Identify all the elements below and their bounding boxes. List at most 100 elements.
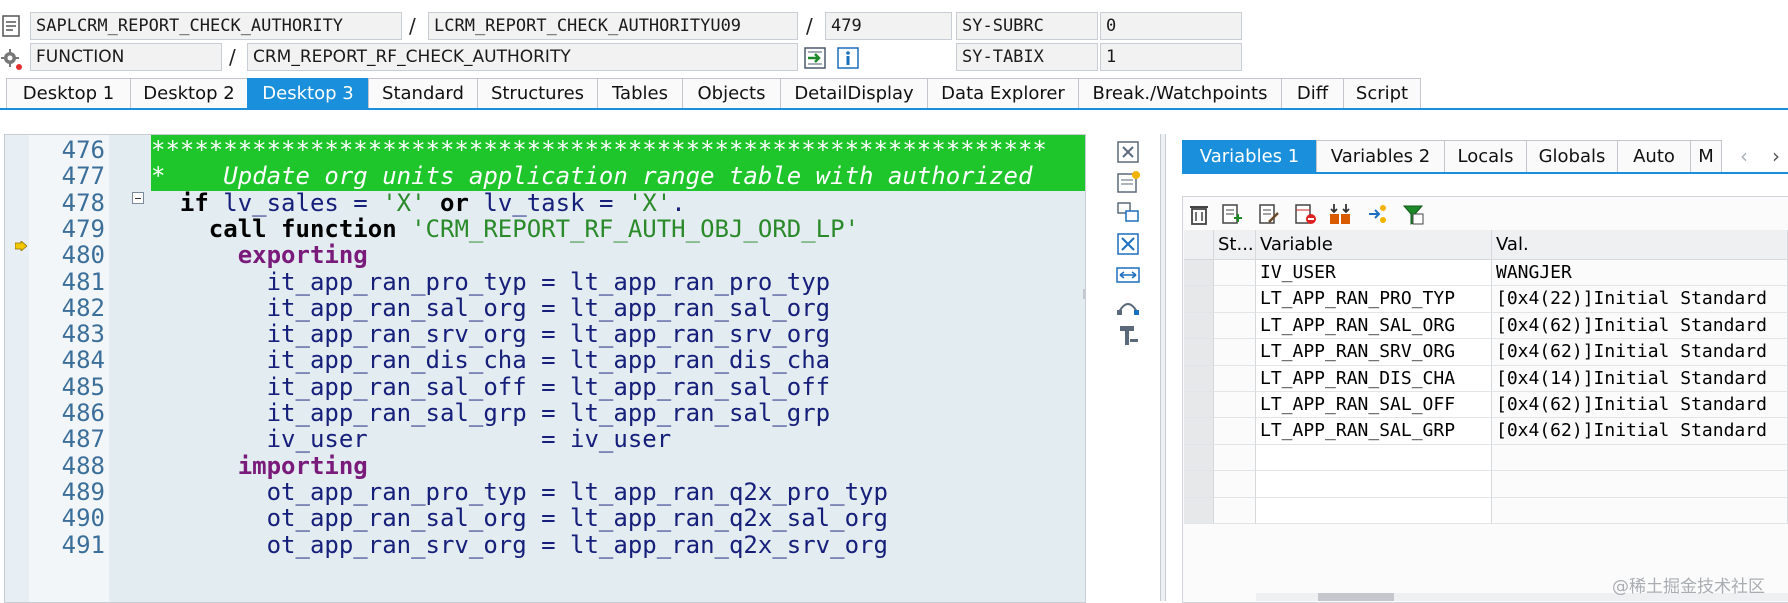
variable-column-header[interactable]: Variable (1256, 230, 1492, 260)
tab-objects[interactable]: Objects (682, 78, 781, 109)
value-cell[interactable]: [0x4(62)]Initial Standard (1492, 339, 1788, 366)
code-text: ot_app_ran_srv_org = lt_app_ran_q2x_srv_… (151, 530, 888, 560)
tab-break-watchpoints[interactable]: Break./Watchpoints (1078, 78, 1282, 109)
tools-icon[interactable] (1114, 324, 1142, 348)
tab-globals[interactable]: Globals (1526, 140, 1618, 173)
tab-variables-1[interactable]: Variables 1 (1182, 140, 1317, 173)
value-cell[interactable]: [0x4(22)]Initial Standard (1492, 286, 1788, 313)
row-selector[interactable] (1184, 497, 1214, 524)
variable-cell[interactable]: LT_APP_RAN_SAL_ORG (1256, 312, 1492, 340)
status-column-header[interactable]: St... (1214, 230, 1256, 260)
status-cell[interactable] (1214, 286, 1256, 313)
tab-auto[interactable]: Auto (1617, 140, 1691, 173)
sy-tabix-value: 1 (1100, 43, 1242, 71)
row-selector[interactable] (1184, 312, 1214, 340)
statement-text: it_app_ran_sal_off = lt_app_ran_sal_off (151, 372, 831, 401)
variable-cell[interactable]: LT_APP_RAN_DIS_CHA (1256, 365, 1492, 392)
new-view-icon[interactable] (1114, 170, 1142, 194)
variable-cell[interactable] (1256, 497, 1492, 524)
value-cell[interactable]: [0x4(14)]Initial Standard (1492, 365, 1788, 392)
maximize-view-icon[interactable] (1114, 232, 1142, 256)
tab-standard[interactable]: Standard (368, 78, 478, 109)
value-cell[interactable]: WANGJER (1492, 260, 1788, 287)
variable-cell[interactable]: IV_USER (1256, 260, 1492, 287)
sy-tabix-label: SY-TABIX (956, 43, 1098, 71)
status-cell[interactable] (1214, 392, 1256, 419)
variable-cell[interactable] (1256, 444, 1492, 472)
scroll-up-icon[interactable]: ⌃ (1085, 545, 1086, 565)
swap-view-icon[interactable] (1114, 200, 1142, 224)
info-icon[interactable] (836, 46, 860, 70)
variable-cell[interactable]: LT_APP_RAN_SAL_GRP (1256, 418, 1492, 445)
value-cell[interactable] (1492, 471, 1788, 498)
row-selector[interactable] (1184, 471, 1214, 498)
insert-variable-icon[interactable] (1220, 202, 1244, 226)
value-cell[interactable]: [0x4(62)]Initial Standard (1492, 392, 1788, 419)
status-cell[interactable] (1214, 365, 1256, 392)
include-field: LCRM_REPORT_CHECK_AUTHORITYU09 (428, 12, 798, 40)
scroll-up-icon[interactable]: ⌃ (1085, 143, 1086, 163)
status-cell[interactable] (1214, 312, 1256, 340)
status-cell[interactable] (1214, 471, 1256, 498)
tab-script[interactable]: Script (1343, 78, 1421, 109)
tab-tables[interactable]: Tables (597, 78, 683, 109)
status-cell[interactable] (1214, 497, 1256, 524)
close-view-icon[interactable] (1114, 140, 1142, 164)
tab-desktop-3[interactable]: Desktop 3 (247, 78, 369, 109)
status-cell[interactable] (1214, 339, 1256, 366)
variable-cell[interactable] (1256, 471, 1492, 498)
tab-locals[interactable]: Locals (1444, 140, 1527, 173)
resize-icon[interactable] (1114, 263, 1142, 287)
navigate-icon[interactable] (803, 46, 827, 70)
value-cell[interactable]: [0x4(62)]Initial Standard (1492, 418, 1788, 445)
expand-icon[interactable] (1365, 202, 1389, 226)
tab-more[interactable]: M (1690, 140, 1722, 173)
value-cell[interactable] (1492, 444, 1788, 472)
scroll-down-icon[interactable]: ⌄ (1085, 171, 1086, 191)
statement-text: ot_app_ran_sal_org = lt_app_ran_q2x_sal_… (151, 504, 888, 533)
variable-cell[interactable]: LT_APP_RAN_SAL_OFF (1256, 392, 1492, 419)
remove-row-icon[interactable] (1293, 202, 1317, 226)
row-selector[interactable] (1184, 365, 1214, 392)
keyword: exporting (237, 241, 368, 270)
source-editor[interactable]: ⌃ ⌄ ⌃ ⌄ 476*****************************… (4, 134, 1086, 603)
variable-cell[interactable]: LT_APP_RAN_SRV_ORG (1256, 339, 1492, 366)
row-selector[interactable] (1184, 418, 1214, 445)
layout-icon[interactable] (1114, 294, 1142, 318)
delete-icon[interactable] (1187, 202, 1211, 226)
tab-structures[interactable]: Structures (477, 78, 598, 109)
tab-desktop-1[interactable]: Desktop 1 (6, 78, 131, 109)
keyword: if (179, 188, 209, 217)
pane-divider[interactable] (1160, 134, 1166, 601)
row-selector[interactable] (1184, 260, 1214, 287)
tab-variables-2[interactable]: Variables 2 (1316, 140, 1445, 173)
status-cell[interactable] (1214, 444, 1256, 472)
status-cell[interactable] (1214, 418, 1256, 445)
tab-diff[interactable]: Diff (1281, 78, 1344, 109)
value-column-header[interactable]: Val. (1492, 230, 1788, 260)
status-cell[interactable] (1214, 260, 1256, 287)
value-cell[interactable] (1492, 497, 1788, 524)
row-selector[interactable] (1184, 339, 1214, 366)
filter-icon[interactable] (1401, 202, 1425, 226)
variable-cell[interactable]: LT_APP_RAN_PRO_TYP (1256, 286, 1492, 313)
edit-variable-icon[interactable] (1257, 202, 1281, 226)
row-selector[interactable] (1184, 444, 1214, 472)
row-selector[interactable] (1184, 392, 1214, 419)
tab-desktop-2[interactable]: Desktop 2 (130, 78, 248, 109)
settings-icon[interactable] (0, 47, 24, 71)
tab-data-explorer[interactable]: Data Explorer (927, 78, 1079, 109)
tabs-underline (0, 108, 1788, 110)
row-selector[interactable] (1184, 286, 1214, 313)
horizontal-scrollbar-thumb[interactable] (1318, 593, 1394, 601)
scroll-down-icon[interactable]: ⌄ (1085, 573, 1086, 593)
tab-scroll-right-icon[interactable]: › (1772, 140, 1780, 172)
tab-detail-display[interactable]: DetailDisplay (780, 78, 928, 109)
value-cell[interactable]: [0x4(62)]Initial Standard (1492, 312, 1788, 340)
sy-subrc-value: 0 (1100, 12, 1242, 40)
status-column-header[interactable] (1184, 230, 1214, 260)
transfer-icon[interactable] (1328, 202, 1352, 226)
tab-scroll-left-icon[interactable]: ‹ (1740, 140, 1748, 172)
